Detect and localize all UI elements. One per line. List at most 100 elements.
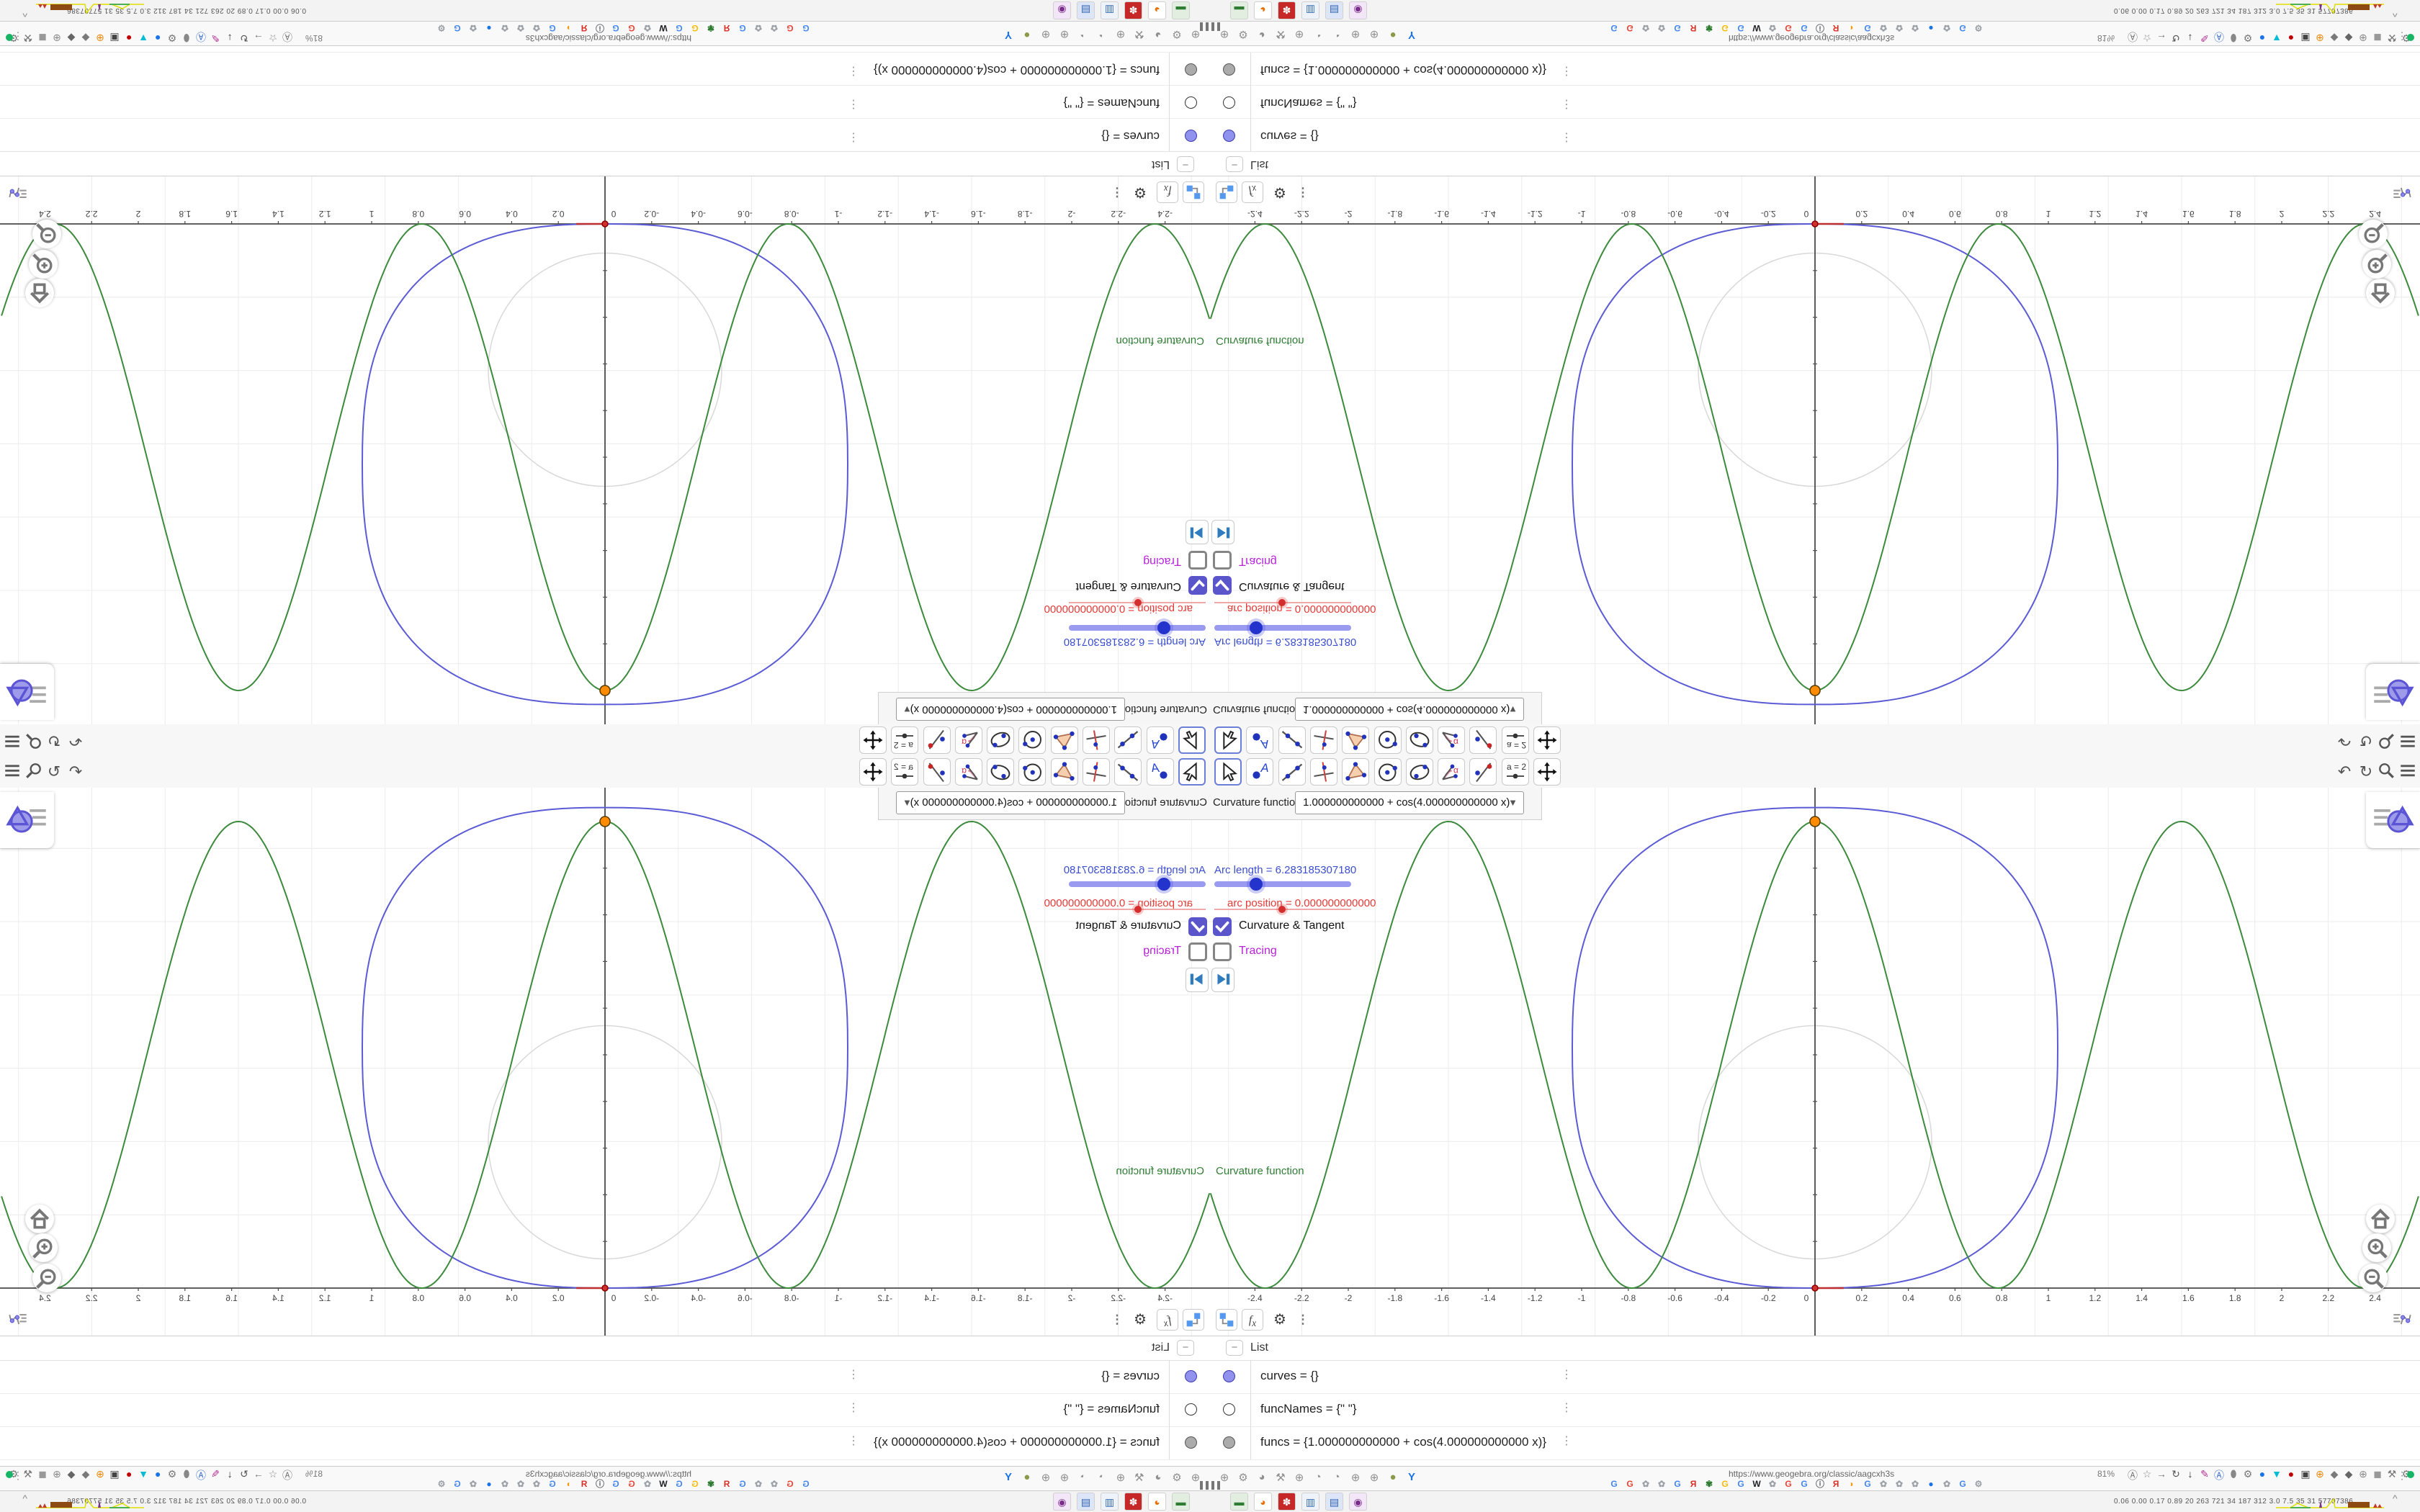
zoom-out-button[interactable] bbox=[2359, 220, 2388, 248]
algebra-view-icon[interactable] bbox=[2391, 181, 2413, 203]
octopus-favicon[interactable]: ✾ bbox=[1703, 1480, 1716, 1489]
yandex-favicon[interactable]: Я bbox=[1687, 23, 1700, 33]
undo-button[interactable]: ↶ bbox=[2334, 729, 2355, 751]
screenshot-app[interactable]: ▬ bbox=[1172, 1493, 1190, 1511]
forward-icon[interactable]: → bbox=[251, 32, 266, 44]
list-item[interactable]: funcNames = {" "} ⋮ bbox=[0, 1393, 1210, 1427]
download-icon[interactable]: ↓ bbox=[2182, 32, 2198, 44]
dropdown-arrow-icon[interactable]: ▼ bbox=[902, 698, 912, 720]
function-input[interactable]: 1.000000000000 + cos(4.000000000000 x) ▼ bbox=[1295, 791, 1524, 814]
google-favicon[interactable]: G bbox=[609, 1479, 622, 1489]
record-icon[interactable]: ● bbox=[2283, 1468, 2299, 1480]
wrench-icon[interactable]: ⚒ bbox=[1273, 1471, 1288, 1484]
generic-favicon[interactable]: ✿ bbox=[1940, 1480, 1953, 1489]
tree-view-icon[interactable] bbox=[1183, 181, 1204, 203]
translate-badge-icon[interactable]: Ⓐ bbox=[193, 1468, 209, 1482]
monitor-app[interactable]: ▥ bbox=[1301, 1, 1319, 19]
gear-favicon[interactable]: ⚙ bbox=[1972, 1480, 1985, 1489]
google-favicon[interactable]: G bbox=[546, 1479, 559, 1489]
curvature-tangent-checkbox[interactable] bbox=[1213, 576, 1232, 595]
collapse-button[interactable]: − bbox=[1177, 1340, 1194, 1356]
zoom-in-button[interactable] bbox=[29, 250, 58, 279]
ublock-icon[interactable]: ◆ bbox=[63, 32, 79, 44]
globe-icon[interactable]: ⊕ bbox=[1113, 1471, 1128, 1484]
google-favicon[interactable]: G bbox=[1798, 1480, 1811, 1489]
gear-icon[interactable]: ⚙ bbox=[1129, 1309, 1151, 1331]
blue-favicon[interactable]: ● bbox=[1924, 1480, 1937, 1489]
list-item[interactable]: funcNames = {" "} ⋮ bbox=[1210, 85, 2420, 119]
gear-favicon[interactable]: ⚙ bbox=[435, 23, 448, 33]
arc-length-slider[interactable] bbox=[1069, 881, 1206, 887]
zoom-out-button[interactable] bbox=[2359, 1264, 2388, 1292]
fx-icon[interactable]: fx bbox=[1242, 1309, 1263, 1331]
chevron-up-icon[interactable]: ^ bbox=[2393, 1493, 2398, 1504]
generic-favicon[interactable]: ✿ bbox=[498, 23, 511, 33]
gear-favicon[interactable]: ⚙ bbox=[435, 1479, 448, 1489]
olive-icon[interactable]: ● bbox=[1386, 1471, 1400, 1483]
kebab-menu-icon[interactable]: ⋮ bbox=[1106, 181, 1128, 203]
screenshot-app[interactable]: ▬ bbox=[1230, 1493, 1248, 1511]
translate-icon[interactable]: Ⓐ bbox=[2125, 30, 2141, 44]
gear-icon[interactable]: ⚙ bbox=[2240, 32, 2256, 44]
blue-favicon[interactable]: ● bbox=[483, 23, 496, 33]
forward-icon[interactable]: → bbox=[251, 1468, 266, 1480]
yandex-favicon[interactable]: Я bbox=[1687, 1480, 1700, 1489]
generic-favicon[interactable]: ✿ bbox=[1766, 1480, 1779, 1489]
generic-favicon[interactable]: ✿ bbox=[768, 23, 781, 33]
info-favicon[interactable]: ⓘ bbox=[593, 23, 606, 33]
page-zoom-level[interactable]: 81% bbox=[2097, 1469, 2115, 1479]
dropdown-arrow-icon[interactable]: ▼ bbox=[902, 792, 912, 814]
arc-position-slider-handle[interactable] bbox=[1134, 599, 1142, 606]
globe-icon[interactable]: ⊕ bbox=[92, 32, 108, 44]
forward-icon[interactable]: → bbox=[2154, 32, 2169, 44]
google-favicon[interactable]: G bbox=[736, 1479, 749, 1489]
plot-canvas[interactable]: -2.4 -2.2 -2 -1.8 -1.6 -1.4 -1.2 -1 -0.8 -0.6 -0.4… bbox=[1210, 176, 2420, 724]
globe-icon[interactable]: ⊕ bbox=[92, 1468, 108, 1480]
curvature-tangent-checkbox[interactable] bbox=[1213, 917, 1232, 936]
yandex-favicon[interactable]: Я bbox=[720, 1479, 733, 1489]
settings-app[interactable]: ✽ bbox=[1278, 1, 1296, 19]
slider-tool[interactable]: a = 2 bbox=[1501, 726, 1529, 754]
trash-icon[interactable]: ▣ bbox=[107, 1468, 122, 1480]
zoom-out-button[interactable] bbox=[32, 220, 61, 248]
google-favicon[interactable]: G bbox=[1671, 1480, 1684, 1489]
yandex-favicon[interactable]: Я bbox=[720, 23, 733, 33]
google-favicon[interactable]: G bbox=[799, 23, 812, 33]
arc-length-slider[interactable] bbox=[1069, 625, 1206, 631]
bookmark-star-icon[interactable]: ☆ bbox=[265, 32, 281, 44]
list-item[interactable]: funcNames = {" "} ⋮ bbox=[0, 85, 1210, 119]
olive-icon[interactable]: ● bbox=[1386, 29, 1400, 41]
shield-down-icon[interactable]: ▼ bbox=[2269, 1468, 2285, 1480]
move-tool[interactable] bbox=[1178, 758, 1206, 786]
step-forward-button[interactable] bbox=[1211, 968, 1234, 992]
polygon-tool[interactable] bbox=[1050, 758, 1078, 786]
arc-length-slider-handle[interactable] bbox=[1157, 621, 1170, 634]
home-button[interactable] bbox=[2366, 279, 2395, 307]
curvature-tangent-checkbox[interactable] bbox=[1188, 576, 1207, 595]
globe-icon[interactable]: ⊕ bbox=[1367, 1471, 1381, 1484]
generic-favicon[interactable]: ✿ bbox=[641, 23, 654, 33]
arc-position-slider-handle[interactable] bbox=[1278, 906, 1286, 913]
kebab-menu-icon[interactable]: ⋮ bbox=[848, 1434, 859, 1448]
kebab-menu-icon[interactable]: ⋮ bbox=[1561, 1400, 1572, 1415]
kebab-menu-icon[interactable]: ⋮ bbox=[1292, 181, 1314, 203]
list-item[interactable]: funcNames = {" "} ⋮ bbox=[1210, 1393, 2420, 1427]
function-dropdown-label[interactable]: Curvature function bbox=[1213, 703, 1301, 716]
shield-down-icon[interactable]: ▼ bbox=[135, 1468, 151, 1480]
overflow-kebab-icon[interactable]: ⋮ bbox=[2397, 1470, 2407, 1482]
generic-favicon[interactable]: ✿ bbox=[530, 23, 543, 33]
google-favicon[interactable]: G bbox=[1718, 23, 1731, 33]
globe2-icon[interactable]: ⊕ bbox=[49, 1468, 65, 1480]
shield-icon[interactable]: ◆ bbox=[2326, 1468, 2342, 1480]
chevron-up-icon[interactable]: ^ bbox=[22, 8, 27, 19]
home-button[interactable] bbox=[25, 1205, 54, 1233]
generic-favicon[interactable]: ✿ bbox=[530, 1479, 543, 1489]
google-favicon[interactable]: G bbox=[1782, 1480, 1795, 1489]
octopus-favicon[interactable]: ✾ bbox=[704, 23, 717, 33]
gear-icon[interactable]: ⚙ bbox=[1269, 181, 1291, 203]
gear-icon[interactable]: ⚙ bbox=[1236, 28, 1250, 41]
perpendicular-line-tool[interactable] bbox=[1309, 726, 1337, 754]
generic-favicon[interactable]: ✿ bbox=[498, 1479, 511, 1489]
perpendicular-line-tool[interactable] bbox=[1083, 758, 1111, 786]
view-chooser-card[interactable] bbox=[2366, 664, 2420, 720]
